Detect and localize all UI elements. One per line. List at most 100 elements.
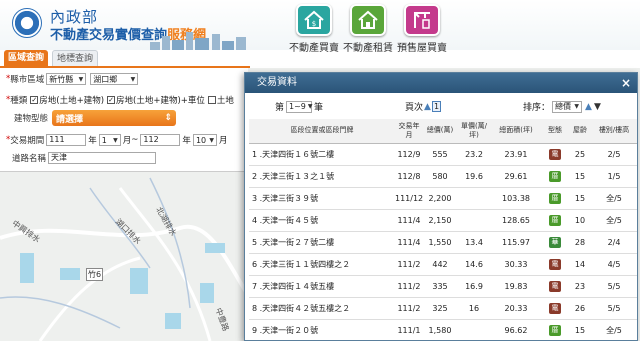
cell-date: 112/8 bbox=[395, 165, 423, 188]
period-label: 交易期間 bbox=[10, 136, 45, 146]
cell-age: 10 bbox=[569, 209, 591, 232]
cell-total-price: 580 bbox=[423, 165, 457, 188]
query-panel: * 縣市區域 新竹縣 ▼ 湖口鄉 ▼ * 種類 ✓ 房地(土地+建物) ✓ 房地(土地+… bbox=[0, 68, 248, 172]
table-row[interactable]: 5 .天津一街２７號二樓 111/4 1,550 13.4 115.97 華 28 2/4 bbox=[249, 231, 637, 254]
chevron-down-icon: ▼ bbox=[307, 103, 313, 110]
cell-total-price: 442 bbox=[423, 253, 457, 276]
cell-floor: 5/5 bbox=[591, 297, 637, 320]
table-body: 1 .天津四街１６號二樓 112/9 555 23.2 23.91 電 25 2/5 2 .天津… bbox=[249, 143, 637, 341]
table-row[interactable]: 2 .天津三街１３之１號 112/8 580 19.6 29.61 厝 15 1/5 bbox=[249, 165, 637, 188]
table-row[interactable]: 9 .天津一街２０號 111/1 1,580 96.62 厝 15 全/5 bbox=[249, 319, 637, 341]
cell-date: 111/2 bbox=[395, 253, 423, 276]
column-header: 總面積(坪) bbox=[491, 119, 541, 144]
transaction-modal: 交易資料 × 第 1~9 ▼ 筆 頁次 ▲ 1 排序： 總價 ▼ ▲ ▼ 區段位置或… bbox=[244, 72, 638, 341]
tab-area-query[interactable]: 區域查詢 bbox=[4, 50, 49, 66]
chevron-down-icon: ▼ bbox=[574, 103, 580, 110]
cell-date: 112/9 bbox=[395, 143, 423, 166]
prev-page-icon[interactable]: ▲ bbox=[424, 102, 431, 112]
cell-address: 2 .天津三街１３之１號 bbox=[249, 165, 395, 188]
record-range: 第 1~9 ▼ 筆 bbox=[275, 100, 324, 113]
table-row[interactable]: 1 .天津四街１６號二樓 112/9 555 23.2 23.91 電 25 2/5 bbox=[249, 143, 637, 166]
table-header-row: 區段位置或區段門牌 交易年月 總價(萬) 單價(萬/坪) 總面積(坪) 型態 屋齡 樓別/樓高 bbox=[249, 119, 637, 144]
close-icon[interactable]: × bbox=[621, 73, 631, 93]
chevron-down-icon: ▼ bbox=[130, 75, 136, 83]
record-range-select[interactable]: 1~9 ▼ bbox=[286, 100, 313, 113]
cell-type: 電 bbox=[541, 275, 569, 298]
presale-crane-icon bbox=[404, 4, 440, 36]
cell-unit-price: 23.2 bbox=[457, 143, 491, 166]
type-checkbox-house-parking[interactable]: ✓ bbox=[107, 96, 116, 104]
cell-area: 29.61 bbox=[491, 165, 541, 188]
cell-floor: 5/5 bbox=[591, 275, 637, 298]
cell-total-price: 335 bbox=[423, 275, 457, 298]
table-row[interactable]: 6 .天津三街１１號四樓之２ 111/2 442 14.6 30.33 電 14 4/5 bbox=[249, 253, 637, 276]
cell-unit-price: 16.9 bbox=[457, 275, 491, 298]
tab-landmark-query[interactable]: 地標查詢 bbox=[52, 50, 99, 66]
building-type-select[interactable]: 請選擇 ⇕ bbox=[52, 110, 177, 126]
cell-floor: 4/5 bbox=[591, 253, 637, 276]
sort-descending-icon[interactable]: ▼ bbox=[594, 102, 601, 112]
table-row[interactable]: 4 .天津一街４５號 111/4 2,150 128.65 厝 10 全/5 bbox=[249, 209, 637, 232]
type-label: 種類 bbox=[10, 96, 28, 106]
modal-title: 交易資料 bbox=[257, 77, 297, 88]
cell-unit-price: 19.6 bbox=[457, 165, 491, 188]
type-label-house-parking: 房地(土地+建物)+車位 bbox=[116, 96, 205, 106]
cell-age: 25 bbox=[569, 143, 591, 166]
cell-area: 103.38 bbox=[491, 187, 541, 210]
road-row: 道路名稱 天津 bbox=[12, 152, 158, 164]
table-row[interactable]: 7 .天津四街１４號五樓 111/2 335 16.9 19.83 電 23 5/5 bbox=[249, 275, 637, 298]
sort-ascending-icon[interactable]: ▲ bbox=[585, 102, 592, 112]
type-label-house: 房地(土地+建物) bbox=[39, 96, 105, 106]
cell-type: 厝 bbox=[541, 165, 569, 188]
property-type-badge: 厝 bbox=[549, 214, 561, 226]
table-row[interactable]: 8 .天津四街４２號五樓之２ 111/2 325 16 20.33 電 26 5/5 bbox=[249, 297, 637, 320]
road-input[interactable]: 天津 bbox=[48, 152, 157, 164]
chevron-updown-icon: ⇕ bbox=[164, 113, 173, 123]
type-checkbox-house[interactable]: ✓ bbox=[30, 96, 39, 104]
property-type-badge: 電 bbox=[549, 258, 561, 270]
cell-date: 111/4 bbox=[395, 209, 423, 232]
pager-value[interactable]: 1 bbox=[431, 101, 442, 112]
cell-floor: 全/5 bbox=[591, 187, 637, 210]
house-sale-icon: $ bbox=[296, 4, 332, 36]
cell-address: 9 .天津一街２０號 bbox=[249, 319, 395, 341]
area-row: * 縣市區域 新竹縣 ▼ 湖口鄉 ▼ bbox=[6, 73, 140, 85]
column-header: 總價(萬) bbox=[423, 119, 457, 144]
pager: 頁次 ▲ 1 bbox=[405, 100, 442, 113]
cell-floor: 1/5 bbox=[591, 165, 637, 188]
month-to-select[interactable]: 10 ▼ bbox=[192, 134, 217, 146]
property-type-badge: 華 bbox=[549, 236, 561, 248]
cell-unit-price: 16 bbox=[457, 297, 491, 320]
cell-date: 111/4 bbox=[395, 231, 423, 254]
cell-total-price: 2,200 bbox=[423, 187, 457, 210]
nav-presale-button[interactable]: 預售屋買賣 bbox=[384, 4, 460, 60]
column-header: 樓別/樓高 bbox=[591, 119, 637, 144]
type-checkbox-land[interactable] bbox=[207, 96, 216, 104]
cell-age: 28 bbox=[569, 231, 591, 254]
sort-select[interactable]: 總價 ▼ bbox=[552, 100, 583, 113]
cell-age: 15 bbox=[569, 319, 591, 341]
property-type-badge: 電 bbox=[549, 280, 561, 292]
cell-type: 電 bbox=[541, 143, 569, 166]
column-header: 單價(萬/坪) bbox=[457, 119, 491, 144]
county-select[interactable]: 新竹縣 ▼ bbox=[46, 73, 87, 85]
cell-area: 96.62 bbox=[491, 319, 541, 341]
district-select[interactable]: 湖口鄉 ▼ bbox=[90, 73, 139, 85]
modal-header: 交易資料 × bbox=[245, 73, 637, 93]
cell-area: 19.83 bbox=[491, 275, 541, 298]
nav-presale-label: 預售屋買賣 bbox=[397, 43, 447, 54]
cell-age: 26 bbox=[569, 297, 591, 320]
year-from-input[interactable]: 111 bbox=[46, 134, 87, 146]
table-row[interactable]: 3 .天津三街３９號 111/12 2,200 103.38 厝 15 全/5 bbox=[249, 187, 637, 210]
property-type-badge: 電 bbox=[549, 302, 561, 314]
chevron-down-icon: ▼ bbox=[209, 136, 214, 144]
cell-unit-price: 14.6 bbox=[457, 253, 491, 276]
year-to-input[interactable]: 112 bbox=[140, 134, 181, 146]
cell-address: 4 .天津一街４５號 bbox=[249, 209, 395, 232]
road-label: 道路名稱 bbox=[12, 154, 47, 164]
modal-controls: 第 1~9 ▼ 筆 頁次 ▲ 1 排序： 總價 ▼ ▲ ▼ bbox=[245, 100, 639, 116]
month-from-select[interactable]: 1 ▼ bbox=[98, 134, 121, 146]
area-label: 縣市區域 bbox=[10, 75, 45, 85]
period-row: * 交易期間 111 年 1 ▼ 月 ~ 112 年 10 ▼ 月 bbox=[6, 134, 228, 146]
cell-total-price: 1,580 bbox=[423, 319, 457, 341]
